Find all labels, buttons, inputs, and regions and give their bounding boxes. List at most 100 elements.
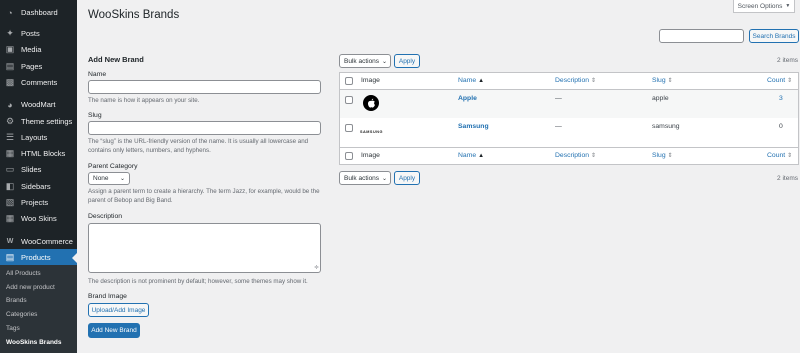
sort-indicator-icon: ▲︎ (478, 153, 485, 159)
brand-count-link[interactable]: 3 (779, 95, 783, 102)
page-icon: ▤ (5, 61, 15, 71)
products-submenu: All Products Add new product Brands Cate… (0, 265, 77, 353)
parent-category-hint: Assign a parent term to create a hierarc… (88, 188, 320, 204)
select-all-checkbox[interactable] (345, 152, 353, 160)
menu-label: Comments (21, 78, 58, 87)
name-input[interactable] (88, 80, 321, 94)
submenu-tags[interactable]: Tags (6, 325, 20, 332)
brand-slug: samsung (652, 123, 680, 130)
slug-input[interactable] (88, 121, 321, 135)
screen-options-button[interactable]: Screen Options ▼ (733, 0, 795, 13)
column-description-label: Description (555, 77, 589, 84)
menu-theme-settings[interactable]: ⚙ Theme settings (0, 113, 77, 130)
products-icon: ▤ (5, 252, 15, 262)
menu-label: Products (21, 253, 51, 262)
column-name-sort[interactable]: Name ▲︎ (458, 152, 484, 159)
add-new-brand-button[interactable]: Add New Brand (88, 323, 140, 338)
parent-category-label: Parent Category (88, 163, 138, 170)
table-row: SAMSUNG Samsung — samsung 0 (340, 118, 798, 148)
column-count-label: Count (767, 77, 786, 84)
menu-sidebars[interactable]: ◧ Sidebars (0, 178, 77, 195)
submenu-wooskins-brands[interactable]: WooSkins Brands (6, 339, 62, 346)
layers-icon: ☰ (5, 132, 15, 142)
submenu-brands[interactable]: Brands (6, 297, 27, 304)
menu-label: Posts (21, 29, 40, 38)
menu-projects[interactable]: ▧ Projects (0, 194, 77, 211)
blocks-icon: ▦ (5, 148, 15, 158)
menu-woocommerce[interactable]: W WooCommerce (0, 233, 77, 250)
apply-button-bottom[interactable]: Apply (394, 171, 420, 185)
menu-label: Woo Skins (21, 214, 57, 223)
column-name-label: Name (458, 152, 477, 159)
sort-indicator-icon: ⇕ (591, 78, 597, 84)
column-count-sort[interactable]: Count ⇕ (767, 77, 792, 84)
menu-layouts[interactable]: ☰ Layouts (0, 129, 77, 146)
slug-hint: The “slug” is the URL-friendly version o… (88, 138, 309, 154)
menu-dashboard[interactable]: ◔ Dashboard (0, 4, 77, 21)
column-slug-sort[interactable]: Slug ⇕ (652, 152, 673, 159)
menu-pages[interactable]: ▤ Pages (0, 58, 77, 75)
column-description-sort[interactable]: Description ⇕ (555, 77, 596, 84)
resize-handle-icon[interactable]: ≑ (314, 265, 319, 271)
menu-label: WoodMart (21, 100, 56, 109)
menu-slides[interactable]: ▭ Slides (0, 161, 77, 178)
menu-label: Sidebars (21, 182, 51, 191)
menu-label: Theme settings (21, 117, 73, 126)
comment-icon: ▩ (5, 77, 15, 87)
table-header-row: Image Name ▲︎ Description ⇕ Slug ⇕ Count ⇕ (340, 73, 798, 90)
menu-comments[interactable]: ▩ Comments (0, 74, 77, 91)
column-description-sort[interactable]: Description ⇕ (555, 152, 596, 159)
parent-category-value: None (93, 175, 109, 182)
column-name-sort[interactable]: Name ▲︎ (458, 77, 484, 84)
search-input[interactable] (659, 29, 744, 43)
page-title: WooSkins Brands (88, 9, 180, 21)
submenu-all-products[interactable]: All Products (6, 270, 41, 277)
menu-label: HTML Blocks (21, 149, 66, 158)
description-textarea[interactable]: ≑ (88, 223, 321, 273)
sort-indicator-icon: ⇕ (667, 78, 673, 84)
menu-woo-skins[interactable]: ▦ Woo Skins (0, 210, 77, 227)
submenu-add-new-product[interactable]: Add new product (6, 284, 55, 291)
description-label: Description (88, 213, 122, 220)
select-all-checkbox[interactable] (345, 77, 353, 85)
name-hint: The name is how it appears on your site. (88, 97, 200, 104)
slug-label: Slug (88, 112, 102, 119)
sort-indicator-icon: ⇕ (787, 153, 793, 159)
table-row: Apple — apple 3 (340, 90, 798, 118)
submenu-categories[interactable]: Categories (6, 311, 37, 318)
admin-sidebar: ◔ Dashboard ✦ Posts ▣ Media ▤ Pages ▩ Comment… (0, 0, 77, 353)
name-label: Name (88, 71, 107, 78)
upload-image-button[interactable]: Upload/Add Image (88, 303, 149, 317)
table-footer-row: Image Name ▲︎ Description ⇕ Slug ⇕ Count ⇕ (340, 147, 798, 164)
row-checkbox[interactable] (345, 124, 353, 132)
current-menu-arrow (72, 253, 77, 263)
column-image: Image (361, 77, 380, 84)
column-slug-sort[interactable]: Slug ⇕ (652, 77, 673, 84)
menu-media[interactable]: ▣ Media (0, 41, 77, 58)
bulk-actions-select-bottom[interactable]: Bulk actions ⌄ (339, 171, 391, 185)
brand-name-link[interactable]: Apple (458, 95, 477, 102)
add-new-brand-heading: Add New Brand (88, 55, 144, 64)
bulk-actions-select-top[interactable]: Bulk actions ⌄ (339, 54, 391, 68)
sidebar-icon: ◧ (5, 181, 15, 191)
row-checkbox[interactable] (345, 96, 353, 104)
parent-category-select[interactable]: None ⌄ (88, 172, 130, 185)
menu-posts[interactable]: ✦ Posts (0, 25, 77, 42)
sort-indicator-icon: ⇕ (591, 153, 597, 159)
search-brands-button[interactable]: Search Brands (749, 29, 799, 43)
gear-icon: ⚙ (5, 116, 15, 126)
brand-slug: apple (652, 95, 669, 102)
caret-down-icon: ▼ (785, 3, 791, 9)
column-count-sort[interactable]: Count ⇕ (767, 152, 792, 159)
menu-label: Pages (21, 62, 43, 71)
menu-label: Layouts (21, 133, 48, 142)
menu-html-blocks[interactable]: ▦ HTML Blocks (0, 145, 77, 162)
apply-button-top[interactable]: Apply (394, 54, 420, 68)
brand-name-link[interactable]: Samsung (458, 123, 489, 130)
brands-table: Image Name ▲︎ Description ⇕ Slug ⇕ Count ⇕ A… (339, 72, 799, 165)
sort-indicator-icon: ⇕ (787, 78, 793, 84)
skins-icon: ▦ (5, 213, 15, 223)
menu-products[interactable]: ▤ Products (0, 249, 77, 266)
chevron-down-icon: ⌄ (381, 176, 387, 182)
menu-woodmart[interactable]: ◕ WoodMart (0, 96, 77, 113)
